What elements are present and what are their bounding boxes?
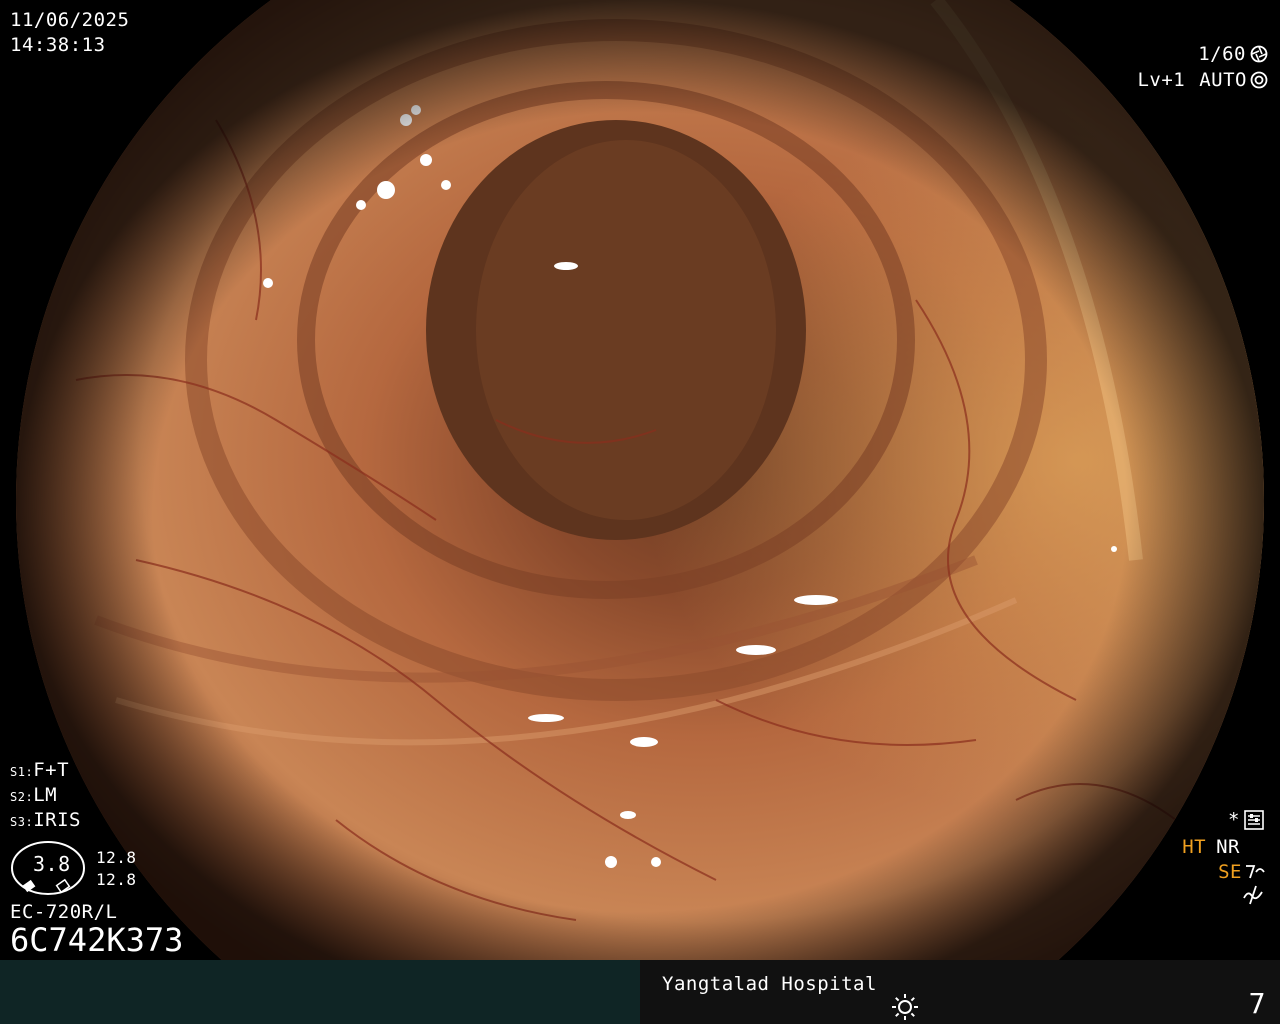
ht-indicator: HT bbox=[1182, 836, 1207, 858]
se-indicator: SE bbox=[1218, 861, 1242, 883]
shutter-readout: 1/60 bbox=[1198, 42, 1268, 66]
brightness-level: Lv+1 bbox=[1137, 69, 1186, 91]
structure-enhance-icon bbox=[1246, 865, 1265, 879]
preset-s3: S3:IRIS bbox=[10, 809, 81, 831]
light-icon bbox=[892, 994, 918, 1020]
menu-settings-icon bbox=[1244, 810, 1264, 830]
image-count: 7 bbox=[1248, 987, 1266, 1020]
dial-value-bottom: 12.8 bbox=[96, 870, 137, 889]
time-label: 14:38:13 bbox=[10, 34, 106, 56]
iris-mode: AUTO bbox=[1199, 69, 1247, 91]
endoscope-view bbox=[16, 0, 1264, 1024]
filter-icon bbox=[1243, 885, 1263, 905]
footer-right-bar: Yangtalad Hospital 7 bbox=[640, 960, 1280, 1024]
filter-indicator bbox=[1242, 884, 1264, 912]
nr-indicator: NR bbox=[1216, 836, 1240, 858]
shutter-speed: 1/60 bbox=[1198, 43, 1246, 65]
preset-s1: S1:F+T bbox=[10, 759, 70, 781]
footer-left-bar bbox=[0, 960, 640, 1024]
auto-iris-icon bbox=[1250, 71, 1268, 89]
date-label: 11/06/2025 bbox=[10, 9, 130, 31]
star-marker: * bbox=[1228, 809, 1240, 831]
shutter-icon bbox=[1250, 45, 1268, 63]
preset-s2: S2:LM bbox=[10, 784, 58, 806]
scope-serial: 6C742K373 bbox=[10, 921, 184, 959]
iris-readout: Lv+1 AUTO bbox=[1137, 68, 1268, 92]
se-indicator-row: SE bbox=[1218, 860, 1266, 884]
processing-indicators: HT NR bbox=[1182, 835, 1240, 859]
dial-value-top: 12.8 bbox=[96, 848, 137, 867]
dial-center-value: 3.8 bbox=[33, 852, 71, 876]
menu-indicator: * bbox=[1228, 808, 1264, 832]
hospital-name: Yangtalad Hospital bbox=[662, 973, 877, 995]
